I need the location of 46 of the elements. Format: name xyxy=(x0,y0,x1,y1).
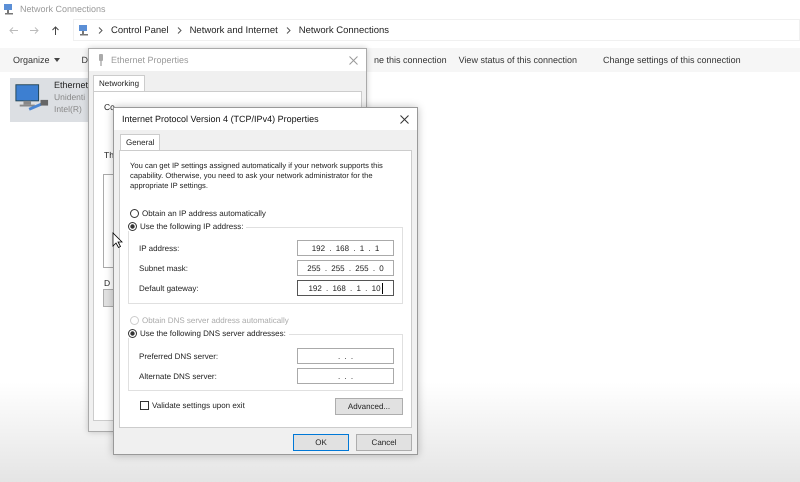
up-icon xyxy=(50,24,61,36)
dialog-title: Ethernet Properties xyxy=(111,55,190,65)
tab[interactable]: General xyxy=(120,134,160,150)
field-label: Alternate DNS server: xyxy=(139,372,217,380)
window-title: Network Connections xyxy=(20,4,106,14)
back-icon xyxy=(8,24,19,36)
validate-checkbox[interactable]: Validate settings upon exit xyxy=(140,401,245,410)
ip-address-field[interactable]: 192 . 168 . 1 . 10 xyxy=(297,280,394,296)
cancel-button[interactable]: Cancel xyxy=(356,434,412,451)
network-icon xyxy=(3,3,15,15)
connection-item[interactable]: Ethernet Unidenti Intel(R) xyxy=(10,78,88,122)
toolbar-command[interactable]: D xyxy=(82,55,88,65)
toolbar-command[interactable]: View status of this connection xyxy=(458,55,577,65)
connection-status: Unidenti xyxy=(54,92,86,102)
field-label: IP address: xyxy=(139,244,180,252)
field-label: Default gateway: xyxy=(139,284,199,292)
tab[interactable]: Networking xyxy=(93,75,146,91)
breadcrumb-item[interactable]: Control Panel xyxy=(111,24,169,36)
label-text: D xyxy=(104,278,112,288)
radio-option[interactable]: Use the following IP address: xyxy=(128,222,246,231)
ip-address-field[interactable]: . . . xyxy=(297,348,394,364)
close-icon xyxy=(349,56,358,64)
caret-icon xyxy=(54,58,60,62)
toolbar-command[interactable]: Change settings of this connection xyxy=(603,55,741,65)
chevron-icon xyxy=(176,26,182,34)
radio-option[interactable]: Use the following DNS server addresses: xyxy=(128,329,289,338)
ok-button[interactable]: OK xyxy=(293,434,349,451)
chevron-icon xyxy=(98,26,103,34)
close-icon xyxy=(400,114,409,124)
organize-menu[interactable]: Organize xyxy=(13,55,60,65)
breadcrumb-item[interactable]: Network and Internet xyxy=(190,24,278,36)
plug-icon xyxy=(97,54,105,66)
ip-address-field[interactable]: . . . xyxy=(297,368,394,384)
field-label: Preferred DNS server: xyxy=(139,352,218,360)
ip-address-field[interactable]: 192 . 168 . 1 . 1 xyxy=(297,240,394,256)
toolbar-command[interactable]: ne this connection xyxy=(374,55,447,65)
forward-icon xyxy=(29,24,40,36)
ip-address-field[interactable]: 255 . 255 . 255 . 0 xyxy=(297,260,394,276)
chevron-icon xyxy=(286,26,291,34)
adapter-name: Intel(R) xyxy=(54,104,83,114)
field-label: Subnet mask: xyxy=(139,264,188,272)
breadcrumb-item[interactable]: Network Connections xyxy=(298,24,390,36)
network-icon xyxy=(78,24,90,36)
dialog-title: Internet Protocol Version 4 (TCP/IPv4) Properties xyxy=(122,114,320,124)
connection-name: Ethernet xyxy=(54,80,88,90)
advanced-button[interactable]: Advanced... xyxy=(335,398,403,415)
